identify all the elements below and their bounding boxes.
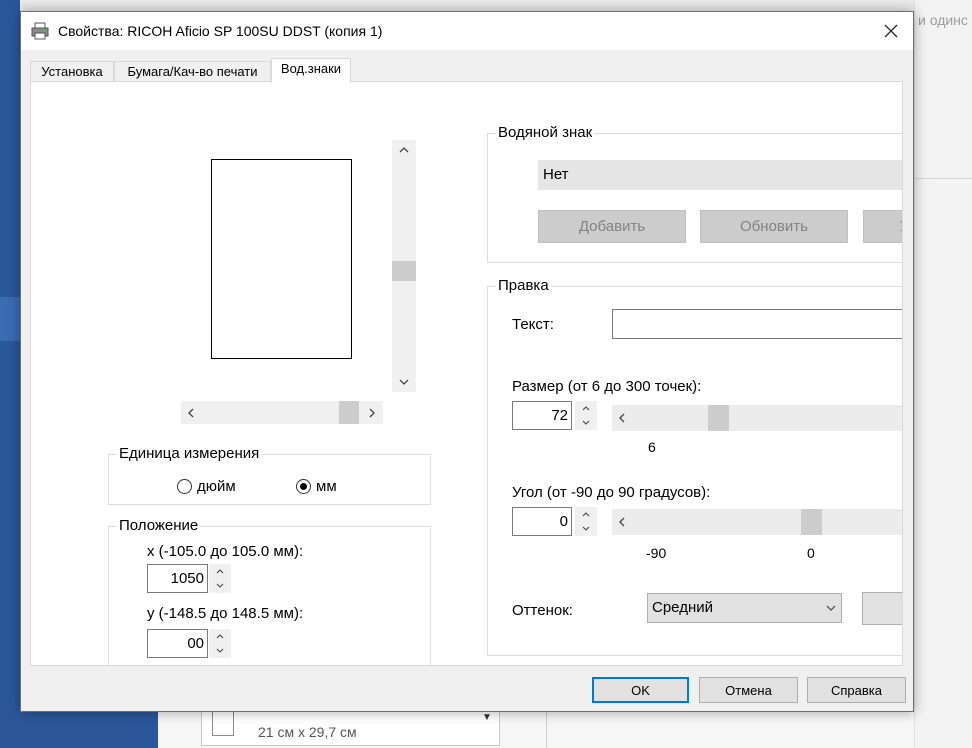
- delete-button[interactable]: У: [863, 210, 902, 243]
- position-group: Положение x (-105.0 до 105.0 мм): y (-14…: [108, 517, 431, 665]
- background-app-blue-panel: [0, 710, 158, 748]
- scroll-down-button[interactable]: [392, 372, 416, 392]
- x-label: x (-105.0 до 105.0 мм):: [147, 543, 304, 560]
- add-button[interactable]: Добавить: [538, 210, 686, 243]
- update-button[interactable]: Обновить: [700, 210, 848, 243]
- window-title: Свойства: RICOH Aficio SP 100SU DDST (ко…: [58, 23, 383, 39]
- spin-down-icon[interactable]: [575, 416, 597, 431]
- scroll-right-button[interactable]: [361, 401, 383, 424]
- radio-circle-selected: [296, 479, 311, 494]
- printer-properties-dialog: Свойства: RICOH Aficio SP 100SU DDST (ко…: [20, 11, 914, 712]
- watermark-list[interactable]: Нет: [538, 160, 902, 190]
- title-bar[interactable]: Свойства: RICOH Aficio SP 100SU DDST (ко…: [21, 12, 913, 50]
- edit-group-title: Правка: [496, 277, 551, 294]
- scroll-thumb[interactable]: [339, 401, 359, 424]
- scroll-thumb[interactable]: [392, 261, 416, 281]
- spin-down-icon[interactable]: [575, 522, 597, 537]
- size-spinner[interactable]: [575, 401, 597, 430]
- chevron-left-icon: [188, 408, 194, 417]
- angle-min-label: -90: [646, 545, 667, 561]
- x-spinner[interactable]: [209, 564, 231, 593]
- background-paper-size-text: 21 см x 29,7 см: [258, 724, 357, 740]
- dropdown-arrow-icon[interactable]: ▼: [482, 712, 492, 723]
- shade-dropdown[interactable]: Средний: [647, 593, 842, 623]
- angle-input[interactable]: [512, 507, 572, 536]
- background-right-panel: [914, 0, 972, 748]
- spin-up-icon[interactable]: [575, 507, 597, 522]
- chevron-down-icon: [826, 594, 836, 622]
- scroll-left-button[interactable]: [181, 401, 201, 424]
- x-input[interactable]: [147, 564, 208, 593]
- chevron-right-icon: [369, 408, 375, 417]
- position-group-title: Положение: [117, 517, 201, 534]
- page-preview: [211, 159, 352, 359]
- angle-slider[interactable]: [612, 509, 902, 535]
- slider-left-icon[interactable]: [612, 405, 632, 431]
- units-group: Единица измерения дюйм мм: [108, 445, 431, 505]
- color-button[interactable]: Ц: [862, 592, 902, 625]
- background-sidebar-highlight: [0, 297, 20, 341]
- shade-dropdown-value: Средний: [652, 599, 713, 616]
- preview-vertical-scrollbar[interactable]: [392, 140, 416, 392]
- size-label: Размер (от 6 до 300 точек):: [512, 378, 702, 395]
- units-group-title: Единица измерения: [117, 445, 262, 462]
- y-input[interactable]: [147, 629, 208, 658]
- size-slider[interactable]: [612, 405, 902, 431]
- watermark-group-title: Водяной знак: [496, 124, 595, 141]
- radio-mm-label: мм: [316, 478, 337, 495]
- radio-inch-label: дюйм: [197, 478, 236, 495]
- size-input[interactable]: [512, 401, 572, 430]
- angle-mid-label: 0: [807, 545, 815, 561]
- text-label: Текст:: [512, 316, 554, 333]
- paper-icon: [212, 708, 234, 736]
- chevron-up-icon: [399, 147, 409, 153]
- background-right-text: и одинс: [918, 12, 968, 28]
- watermark-text-input[interactable]: [612, 309, 902, 339]
- radio-dot: [300, 483, 307, 490]
- close-icon: [884, 24, 898, 38]
- preview-horizontal-scrollbar[interactable]: [181, 401, 383, 424]
- scroll-up-button[interactable]: [392, 140, 416, 160]
- cancel-button[interactable]: Отмена: [699, 677, 798, 703]
- size-slider-thumb[interactable]: [708, 405, 729, 431]
- y-label: y (-148.5 до 148.5 мм):: [147, 605, 304, 622]
- spin-up-icon[interactable]: [209, 629, 231, 644]
- slider-left-icon[interactable]: [612, 509, 632, 535]
- printer-icon: [31, 22, 49, 40]
- angle-slider-thumb[interactable]: [801, 509, 822, 535]
- tab-setup[interactable]: Установка: [30, 61, 114, 82]
- watermarks-tab-page: Единица измерения дюйм мм Положение x (-…: [30, 81, 903, 666]
- radio-circle: [177, 479, 192, 494]
- tab-paper-quality[interactable]: Бумага/Кач-во печати: [114, 61, 271, 82]
- angle-label: Угол (от -90 до 90 градусов):: [512, 484, 711, 501]
- spin-down-icon[interactable]: [209, 644, 231, 659]
- size-min-label: 6: [648, 439, 656, 455]
- spin-down-icon[interactable]: [209, 579, 231, 594]
- ok-button[interactable]: OK: [592, 677, 689, 703]
- angle-spinner[interactable]: [575, 507, 597, 536]
- y-spinner[interactable]: [209, 629, 231, 658]
- tab-watermarks[interactable]: Вод.знаки: [271, 58, 351, 83]
- close-button[interactable]: [869, 12, 913, 50]
- background-app-sidebar: [0, 0, 20, 748]
- shade-label: Оттенок:: [512, 602, 573, 619]
- spin-up-icon[interactable]: [575, 401, 597, 416]
- radio-inch[interactable]: дюйм: [177, 478, 236, 495]
- edit-group: Правка Текст: Размер (от 6 до 300 точек)…: [487, 277, 902, 656]
- background-vertical-divider: [546, 712, 547, 748]
- chevron-down-icon: [399, 379, 409, 385]
- help-button[interactable]: Справка: [807, 677, 906, 703]
- spin-up-icon[interactable]: [209, 564, 231, 579]
- radio-mm[interactable]: мм: [296, 478, 337, 495]
- watermark-group: Водяной знак Нет Добавить Обновить У: [487, 124, 902, 263]
- background-divider: [914, 178, 972, 179]
